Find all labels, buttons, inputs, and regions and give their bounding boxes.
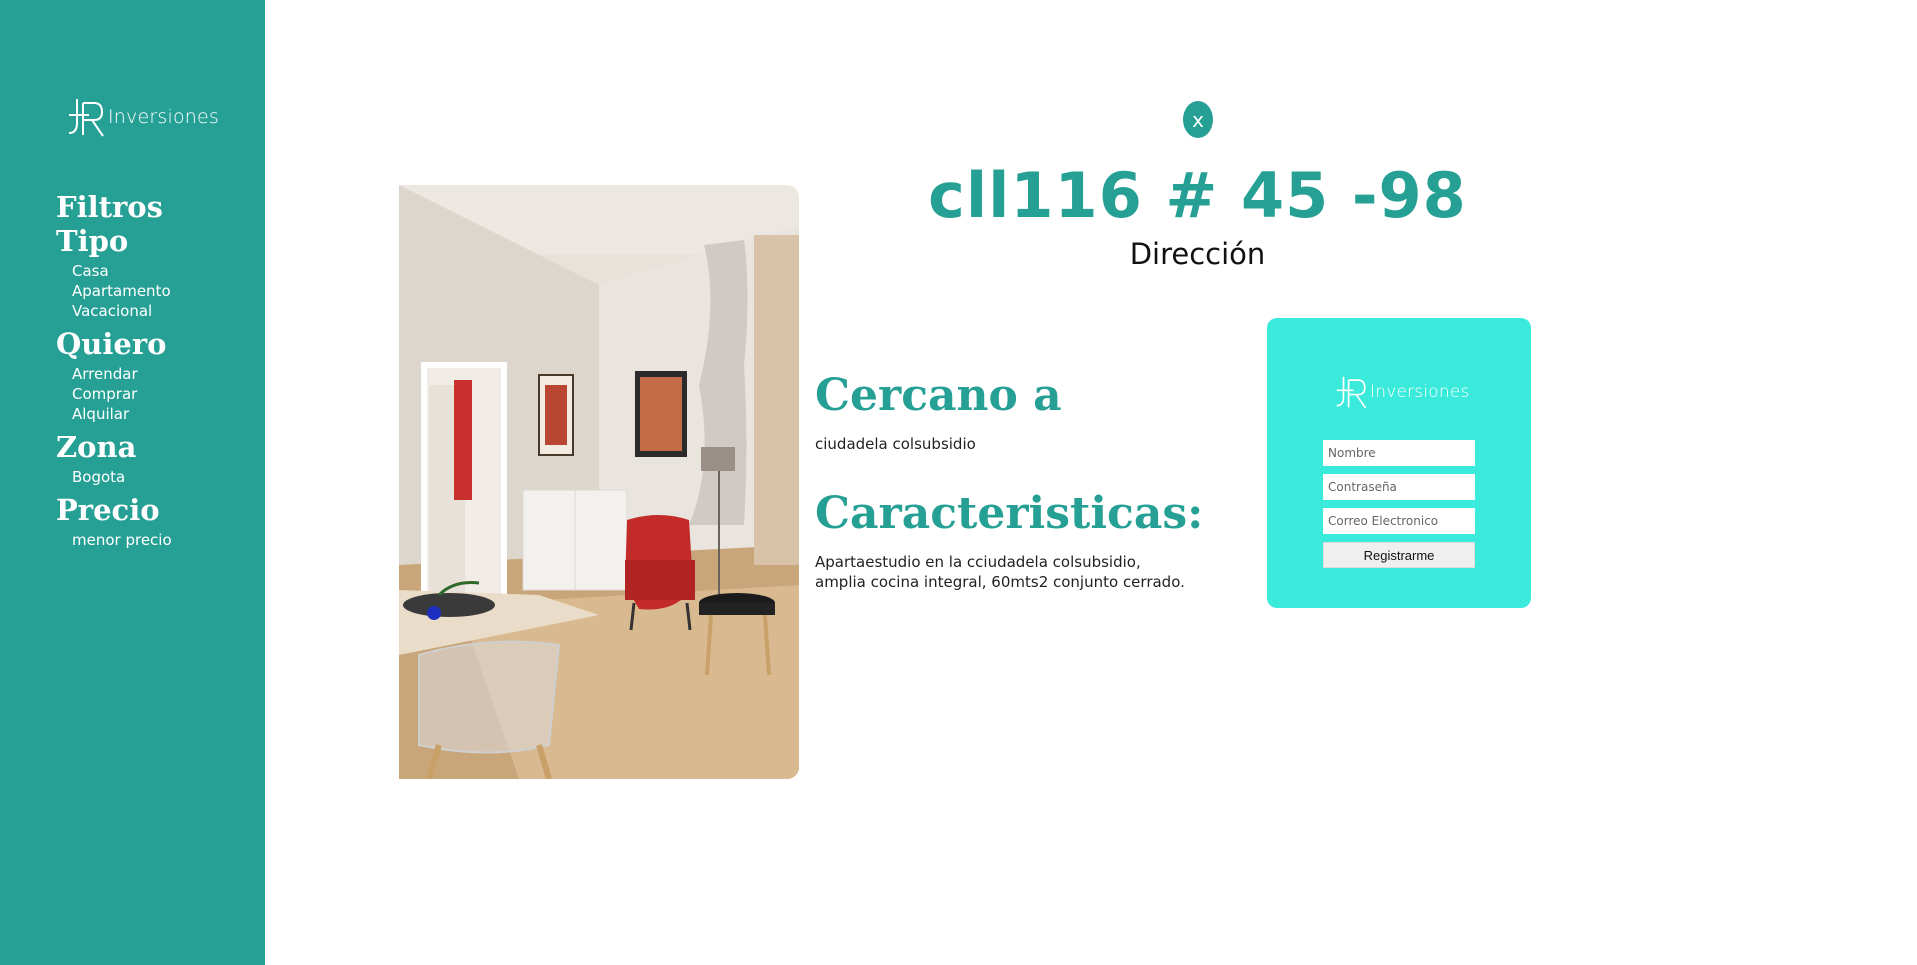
filter-price-lowest[interactable]: menor precio (72, 530, 172, 550)
filters-nav: Filtros Tipo Casa Apartamento Vacacional… (56, 190, 172, 556)
filter-price-heading: Precio (56, 493, 160, 527)
property-photo (399, 185, 799, 779)
filter-want-comprar[interactable]: Comprar (72, 384, 172, 404)
filter-type-vacacional[interactable]: Vacacional (72, 301, 172, 321)
filter-type-list: Casa Apartamento Vacacional (72, 261, 172, 321)
password-input[interactable] (1323, 474, 1475, 500)
name-input[interactable] (1323, 440, 1475, 466)
filter-type-casa[interactable]: Casa (72, 261, 172, 281)
close-button[interactable]: x (1183, 101, 1213, 138)
jr-monogram-icon (68, 99, 104, 137)
living-room-image (399, 185, 799, 779)
filter-want-arrendar[interactable]: Arrendar (72, 364, 172, 384)
filters-heading: Filtros (56, 190, 163, 224)
near-heading: Cercano a (815, 370, 1062, 421)
filter-zone-heading: Zona (56, 430, 137, 464)
filter-price-list: menor precio (72, 530, 172, 550)
filter-want-list: Arrendar Comprar Alquilar (72, 364, 172, 424)
filter-type-heading: Tipo (56, 224, 129, 258)
filter-zone-bogota[interactable]: Bogota (72, 467, 172, 487)
property-address: cll116 # 45 -98 (928, 159, 1467, 232)
register-logo: Inversiones (1335, 373, 1470, 411)
filter-zone-list: Bogota (72, 467, 172, 487)
filter-want-heading: Quiero (56, 327, 167, 361)
features-heading: Caracteristicas: (815, 488, 1204, 539)
jr-monogram-icon (1336, 376, 1367, 409)
filter-type-apartamento[interactable]: Apartamento (72, 281, 172, 301)
register-button[interactable]: Registrarme (1323, 542, 1475, 568)
brand-name: Inversiones (108, 106, 220, 128)
register-panel: Inversiones Registrarme (1267, 318, 1531, 608)
sidebar: Inversiones Filtros Tipo Casa Apartament… (0, 0, 265, 965)
email-input[interactable] (1323, 508, 1475, 534)
filter-want-alquilar[interactable]: Alquilar (72, 404, 172, 424)
near-text: ciudadela colsubsidio (815, 435, 976, 453)
features-text: Apartaestudio en la cciudadela colsubsid… (815, 553, 1185, 591)
register-brand-name: Inversiones (1370, 382, 1470, 402)
brand-logo[interactable]: Inversiones (67, 95, 219, 139)
address-label: Dirección (1129, 237, 1266, 271)
